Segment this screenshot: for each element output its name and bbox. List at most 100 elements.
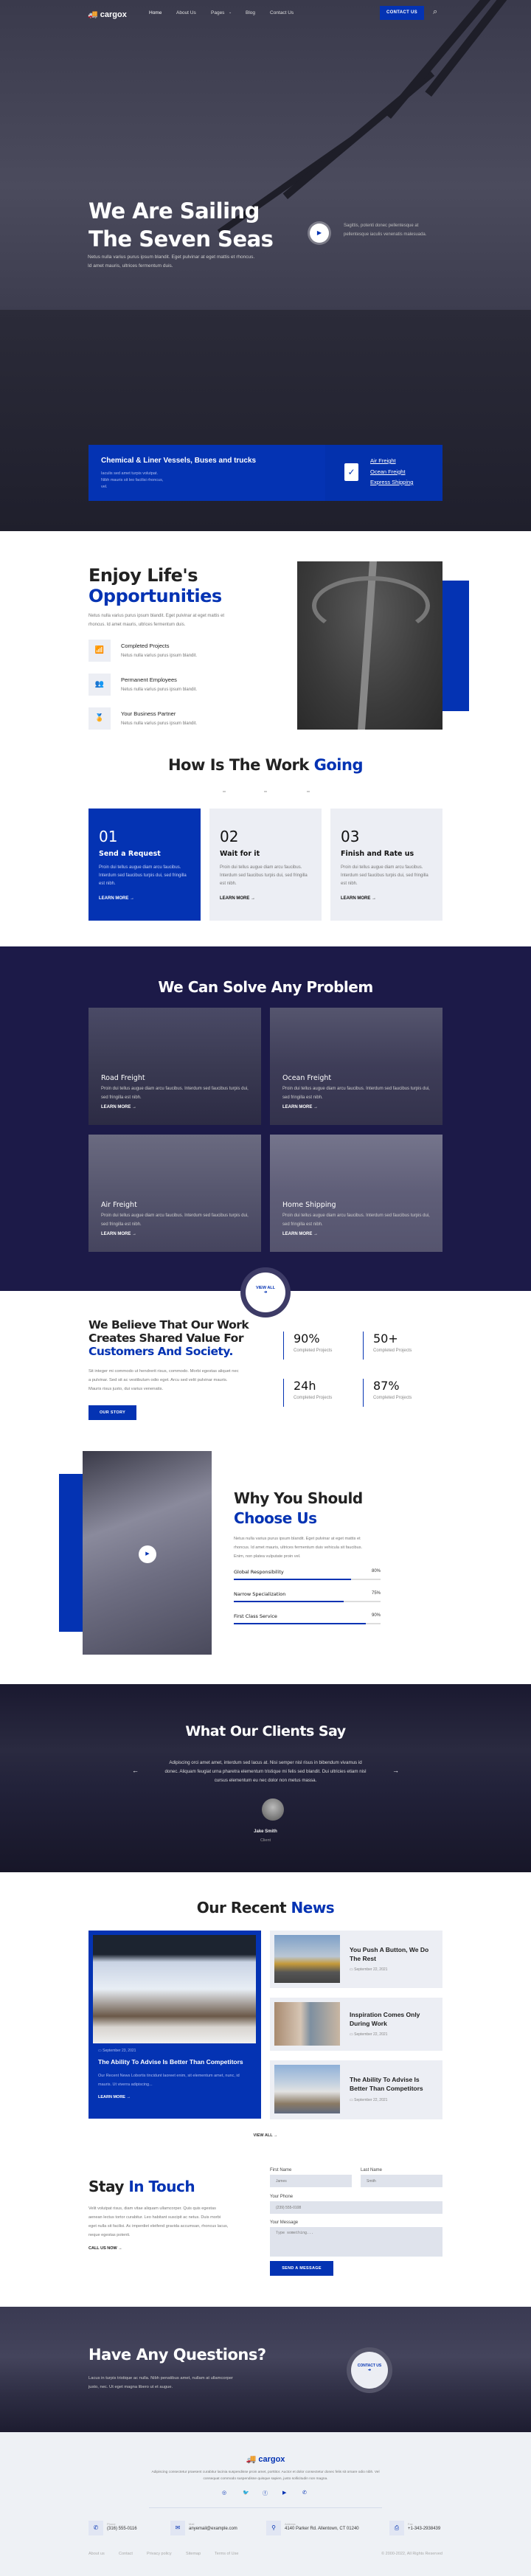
footer-logo[interactable]: 🚚 cargox — [0, 2454, 531, 2464]
nav-blog[interactable]: Blog — [246, 10, 255, 15]
arrow-right-icon[interactable]: → — [392, 1767, 399, 1774]
progress-label: Global Responsibility — [234, 1569, 284, 1575]
last-name-input[interactable] — [361, 2175, 442, 2187]
footer-link-privacy[interactable]: Privacy policy — [147, 2552, 172, 2556]
progress-bar: Global Responsibility 80% — [234, 1569, 381, 1580]
feature-title: Permanent Employees — [121, 676, 177, 683]
view-all-services-button[interactable]: VIEW ALL ➔ — [246, 1273, 285, 1312]
twitter-icon[interactable]: 🐦 — [243, 2490, 249, 2496]
news-date: ▭ September 22, 2021 — [350, 2032, 388, 2037]
step-card: 03 Finish and Rate us Proin dui tellus au… — [330, 809, 442, 921]
feature-text: Netus nulla varius purus ipsum blandit. — [121, 688, 198, 692]
phone-label: Your Phone — [270, 2195, 294, 2199]
whatsapp-icon[interactable]: ✆ — [302, 2490, 307, 2496]
link-express-shipping[interactable]: Express Shipping — [370, 477, 413, 488]
youtube-icon[interactable]: ▶ — [282, 2490, 286, 2496]
work-title: How Is The Work Going — [167, 756, 364, 774]
clients-title: What Our Clients Say — [185, 1723, 346, 1739]
learn-more-link[interactable]: LEARN MORE → — [341, 896, 432, 901]
phone-input[interactable] — [270, 2201, 442, 2214]
progress-fill — [234, 1601, 344, 1602]
decor-blue-block — [59, 1474, 83, 1632]
news-item[interactable]: The Ability To Advise Is Better Than Com… — [270, 2060, 442, 2119]
learn-more-link[interactable]: LEARN MORE → — [282, 1232, 430, 1236]
footer-divider — [149, 2507, 382, 2508]
banner-links-panel: ✓ Air Freight Ocean Freight Express Ship… — [325, 445, 442, 501]
view-all-news-link[interactable]: VIEW ALL → — [0, 2133, 531, 2138]
feature-title: Your Business Partner — [121, 710, 176, 717]
play-video-button[interactable]: ▶ — [310, 224, 329, 243]
play-video-button[interactable]: ▶ — [139, 1545, 156, 1563]
stat: 24h Completed Projects — [283, 1379, 332, 1407]
contact-mail[interactable]: Mail anyemail@example.com — [189, 2522, 237, 2531]
step-card: 01 Send a Request Proin dui tellus augue … — [88, 809, 201, 921]
hero-side-text: Sagittis, potenti donec pellentesque at … — [344, 224, 427, 237]
search-icon[interactable]: ⌕ — [433, 7, 437, 17]
logo[interactable]: 🚚 cargox — [88, 10, 127, 19]
banner-text: Iaculis sed amet turpis volutpat. Nibh m… — [101, 471, 164, 489]
news-item[interactable]: Inspiration Comes Only During Work ▭ Sep… — [270, 1998, 442, 2051]
progress-percent: 90% — [371, 1613, 381, 1618]
services-banner: Chemical & Liner Vessels, Buses and truc… — [88, 445, 442, 501]
nav-contact[interactable]: Contact Us — [270, 10, 294, 15]
facebook-icon[interactable]: ⓕ — [263, 2490, 268, 2497]
first-name-label: First Name — [270, 2168, 292, 2172]
mail-icon: ✉ — [170, 2521, 185, 2535]
decor-dot — [223, 791, 226, 792]
news-image — [274, 1935, 340, 1983]
learn-more-link[interactable]: LEARN MORE → — [101, 1105, 249, 1109]
feature-text: Netus nulla varius purus ipsum blandit. — [121, 654, 198, 658]
link-ocean-freight[interactable]: Ocean Freight — [370, 467, 413, 478]
client-role: Client — [260, 1838, 271, 1843]
progress-bar: First Class Service 90% — [234, 1613, 381, 1624]
news-image — [274, 2002, 340, 2046]
progress-label: Narrow Specialization — [234, 1591, 286, 1597]
service-card-ocean[interactable]: Ocean Freight Proin dui tellus augue diam… — [270, 1008, 442, 1125]
footer-link-sitemap[interactable]: Sitemap — [186, 2552, 201, 2556]
learn-more-link[interactable]: LEARN MORE → — [282, 1105, 430, 1109]
progress-percent: 80% — [371, 1569, 381, 1573]
questions-text: Lacus in turpis tristique ac nulla. Nibh… — [88, 2376, 233, 2389]
featured-news-card[interactable]: ▭ September 23, 2021 The Ability To Advi… — [88, 1931, 261, 2119]
arrow-left-icon[interactable]: ← — [132, 1767, 139, 1774]
contact-us-button[interactable]: CONTACT US — [380, 6, 424, 20]
footer-link-about[interactable]: About us — [88, 2552, 105, 2556]
contact-us-circle-button[interactable]: CONTACT US ➔ — [351, 2352, 388, 2389]
our-story-button[interactable]: OUR STORY — [88, 1405, 136, 1420]
message-textarea[interactable] — [270, 2227, 442, 2257]
learn-more-link[interactable]: LEARN MORE → — [98, 2095, 131, 2099]
service-card-home[interactable]: Home Shipping Proin dui tellus augue diam… — [270, 1135, 442, 1252]
news-headline[interactable]: The Ability To Advise Is Better Than Com… — [98, 2058, 257, 2066]
footer-link-contact[interactable]: Contact — [119, 2552, 133, 2556]
award-badge-icon: 🏅 — [88, 707, 111, 730]
news-excerpt: Our Recent News Lobortis tincidunt laore… — [98, 2074, 240, 2087]
send-message-button[interactable]: SEND A MESSAGE — [270, 2261, 333, 2276]
client-name: Jake Smith — [254, 1829, 277, 1834]
decor-dot — [264, 791, 267, 792]
enjoy-text: Netus nulla varius purus ipsum blandit. … — [88, 614, 225, 627]
service-card-road[interactable]: Road Freight Proin dui tellus augue diam … — [88, 1008, 261, 1125]
news-date: ▭ September 22, 2021 — [350, 2098, 388, 2102]
link-air-freight[interactable]: Air Freight — [370, 456, 413, 467]
touch-title: Stay In Touch — [88, 2178, 195, 2195]
learn-more-link[interactable]: LEARN MORE → — [101, 1232, 249, 1236]
first-name-input[interactable] — [270, 2175, 352, 2187]
feature-title: Completed Projects — [121, 643, 170, 649]
copyright: © 2000-2022, All Rights Reserved — [381, 2552, 442, 2556]
footer-text: Adipiscing consectetur praesent curabitu… — [151, 2471, 380, 2481]
nav-pages[interactable]: Pages — [211, 10, 224, 15]
contact-phone: Phone (316) 555-0116 — [107, 2522, 137, 2531]
nav-home[interactable]: Home — [149, 10, 162, 15]
learn-more-link[interactable]: LEARN MORE → — [99, 896, 190, 901]
instagram-icon[interactable]: ◎ — [222, 2490, 226, 2496]
service-card-air[interactable]: Air Freight Proin dui tellus augue diam a… — [88, 1135, 261, 1252]
call-us-link[interactable]: CALL US NOW → — [88, 2246, 122, 2251]
learn-more-link[interactable]: LEARN MORE → — [220, 896, 311, 901]
news-item[interactable]: You Push A Button, We Do The Rest ▭ Sept… — [270, 1931, 442, 1988]
footer-link-terms[interactable]: Terms of Use — [215, 2552, 238, 2556]
avatar — [262, 1798, 284, 1821]
progress-fill — [234, 1623, 367, 1624]
step-card: 02 Wait for it Proin dui tellus augue dia… — [209, 809, 322, 921]
testimonial-quote: Adipiscing orci amet amet, interdum sed … — [164, 1760, 367, 1783]
nav-about[interactable]: About Us — [176, 10, 196, 15]
